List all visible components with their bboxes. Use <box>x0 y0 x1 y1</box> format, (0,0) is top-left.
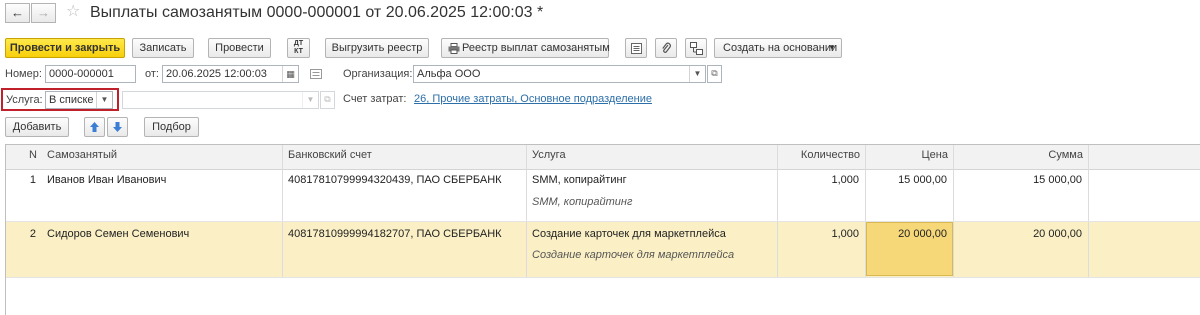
post-button[interactable]: Провести <box>208 38 271 58</box>
service-field[interactable]: ▼ <box>122 91 319 109</box>
comment-icon[interactable] <box>310 69 322 82</box>
cost-account-link[interactable]: 26, Прочие затраты, Основное подразделен… <box>414 90 652 108</box>
row-divider <box>6 277 1200 278</box>
column-header-quantity[interactable]: Количество <box>778 145 865 170</box>
create-based-on-button[interactable]: Создать на основании ▼ <box>714 38 842 58</box>
dtkt-icon: ДТ КТ <box>293 40 304 55</box>
column-divider <box>526 145 527 277</box>
printer-icon <box>448 43 460 54</box>
column-header-bank-account[interactable]: Банковский счет <box>283 145 526 170</box>
date-value: 20.06.2025 12:00:03 <box>166 68 267 80</box>
service-mode-value: В списке <box>49 94 94 106</box>
cell-self-employed[interactable]: Иванов Иван Иванович <box>47 173 166 187</box>
list-icon <box>631 43 642 54</box>
service-mode-select[interactable]: В списке ▼ <box>45 91 113 109</box>
print-registry-button[interactable]: Реестр выплат самозанятым <box>441 38 610 58</box>
add-button[interactable]: Добавить <box>5 117 69 137</box>
attach-button[interactable] <box>655 38 677 58</box>
column-header-n[interactable]: N <box>6 145 42 170</box>
column-header-service[interactable]: Услуга <box>527 145 777 170</box>
organization-open-button[interactable]: ⧉ <box>707 65 722 83</box>
column-divider <box>1088 145 1089 277</box>
page-title: Выплаты самозанятым 0000-000001 от 20.06… <box>90 4 544 21</box>
organization-field[interactable]: Альфа ООО ▼ <box>413 65 706 83</box>
back-arrow-icon: ← <box>11 5 24 20</box>
print-registry-label: Реестр выплат самозанятым <box>462 42 610 54</box>
row-divider <box>6 221 1200 222</box>
back-button[interactable]: ← <box>5 3 30 23</box>
service-label: Услуга: <box>6 94 43 106</box>
column-header-self-employed[interactable]: Самозанятый <box>42 145 282 170</box>
paperclip-icon <box>662 42 671 53</box>
cell-quantity[interactable]: 1,000 <box>778 173 859 187</box>
cell-price[interactable]: 20 000,00 <box>866 227 947 241</box>
list-button[interactable] <box>625 38 647 58</box>
cell-price[interactable]: 15 000,00 <box>866 173 947 187</box>
up-arrow-icon <box>90 122 99 132</box>
service-open-button[interactable]: ⧉ <box>320 91 335 109</box>
number-label: Номер: <box>5 68 42 80</box>
move-down-button[interactable] <box>107 117 128 137</box>
create-based-on-label: Создать на основании <box>723 42 838 54</box>
cell-service[interactable]: Создание карточек для маркетплейса <box>532 227 726 241</box>
cell-bank-account[interactable]: 40817810999994182707, ПАО СБЕРБАНК <box>288 227 502 241</box>
chevron-down-icon[interactable]: ▼ <box>689 66 705 82</box>
upload-registry-button[interactable]: Выгрузить реестр <box>325 38 429 58</box>
save-button[interactable]: Записать <box>132 38 194 58</box>
move-up-button[interactable] <box>84 117 105 137</box>
column-header-sum[interactable]: Сумма <box>954 145 1088 170</box>
date-field[interactable]: 20.06.2025 12:00:03 ▦ <box>162 65 299 83</box>
open-icon: ⧉ <box>324 94 331 104</box>
organization-value: Альфа ООО <box>417 68 481 80</box>
cell-bank-account[interactable]: 40817810799994320439, ПАО СБЕРБАНК <box>288 173 502 187</box>
row-number: 1 <box>29 174 36 186</box>
cell-self-employed[interactable]: Сидоров Семен Семенович <box>47 227 189 241</box>
column-header-price[interactable]: Цена <box>866 145 953 170</box>
down-arrow-icon <box>113 122 122 132</box>
column-divider <box>953 145 954 277</box>
organization-label: Организация: <box>343 68 413 80</box>
cell-sum[interactable]: 20 000,00 <box>954 227 1082 241</box>
cell-service-description[interactable]: SMM, копирайтинг <box>532 195 632 209</box>
cell-service[interactable]: SMM, копирайтинг <box>532 173 627 187</box>
forward-button[interactable]: → <box>31 3 56 23</box>
chevron-down-icon: ▼ <box>828 43 836 52</box>
date-label: от: <box>145 68 159 80</box>
cost-account-label: Счет затрат: <box>343 93 407 105</box>
structure-icon <box>690 42 703 55</box>
cell-service-description[interactable]: Создание карточек для маркетплейса <box>532 248 734 262</box>
dtkt-button[interactable]: ДТ КТ <box>287 38 310 58</box>
column-divider <box>865 145 866 277</box>
selection-button[interactable]: Подбор <box>144 117 199 137</box>
calendar-icon[interactable]: ▦ <box>282 66 298 82</box>
row-number: 2 <box>29 228 36 240</box>
cell-quantity[interactable]: 1,000 <box>778 227 859 241</box>
forward-arrow-icon: → <box>37 5 50 20</box>
open-icon: ⧉ <box>711 68 718 78</box>
chevron-down-icon[interactable]: ▼ <box>302 92 318 108</box>
post-and-close-button[interactable]: Провести и закрыть <box>5 38 125 58</box>
star-icon[interactable]: ☆ <box>66 2 80 22</box>
number-field[interactable]: 0000-000001 <box>45 65 136 83</box>
column-divider <box>777 145 778 277</box>
cell-sum[interactable]: 15 000,00 <box>954 173 1082 187</box>
chevron-down-icon[interactable]: ▼ <box>96 92 112 108</box>
structure-button[interactable] <box>685 38 707 58</box>
column-divider <box>282 145 283 277</box>
